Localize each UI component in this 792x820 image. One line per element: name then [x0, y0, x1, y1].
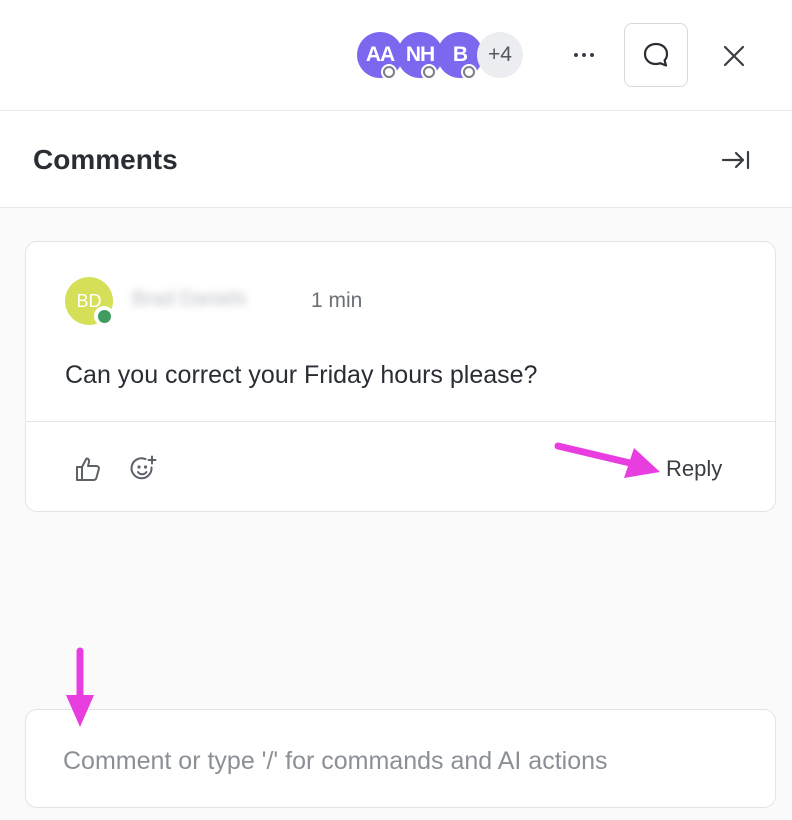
annotation-arrow-icon — [66, 647, 94, 727]
thumbs-up-icon — [76, 457, 100, 481]
more-dots-icon — [574, 53, 578, 57]
add-reaction-icon — [130, 455, 157, 480]
more-dots-icon-dot — [590, 53, 594, 57]
author-name[interactable]: Brad Daniels — [124, 288, 255, 316]
collapse-right-icon — [721, 150, 750, 170]
close-button[interactable] — [714, 36, 754, 76]
more-dots-icon-dot — [582, 53, 586, 57]
comments-header: Comments — [0, 111, 792, 208]
presence-indicator — [381, 64, 397, 80]
annotation-arrow-icon — [554, 442, 660, 478]
comment-text: Can you correct your Friday hours please… — [65, 361, 538, 389]
comment-input[interactable]: Comment or type '/' for commands and AI … — [25, 709, 776, 808]
divider — [26, 421, 775, 422]
more-avatars-count: +4 — [488, 43, 512, 66]
chat-bubble-icon — [643, 42, 669, 67]
collapse-panel-button[interactable] — [716, 145, 756, 175]
comment-timestamp: 1 min — [311, 289, 363, 312]
top-bar: AA NH B +4 — [0, 0, 792, 111]
more-options-button[interactable] — [566, 40, 602, 70]
chat-toggle-button[interactable] — [624, 23, 688, 87]
like-button[interactable] — [72, 453, 104, 485]
avatar-initials: B — [452, 43, 468, 66]
avatar-stack[interactable]: AA NH B +4 — [357, 32, 527, 80]
presence-indicator — [461, 64, 477, 80]
panel-title: Comments — [33, 144, 178, 175]
more-avatars-badge[interactable]: +4 — [477, 32, 523, 78]
online-status-indicator — [94, 306, 114, 326]
comment-input-placeholder: Comment or type '/' for commands and AI … — [63, 747, 608, 775]
presence-indicator — [421, 64, 437, 80]
reply-button[interactable]: Reply — [666, 456, 722, 482]
add-reaction-button[interactable] — [128, 453, 160, 485]
close-icon — [723, 45, 745, 67]
